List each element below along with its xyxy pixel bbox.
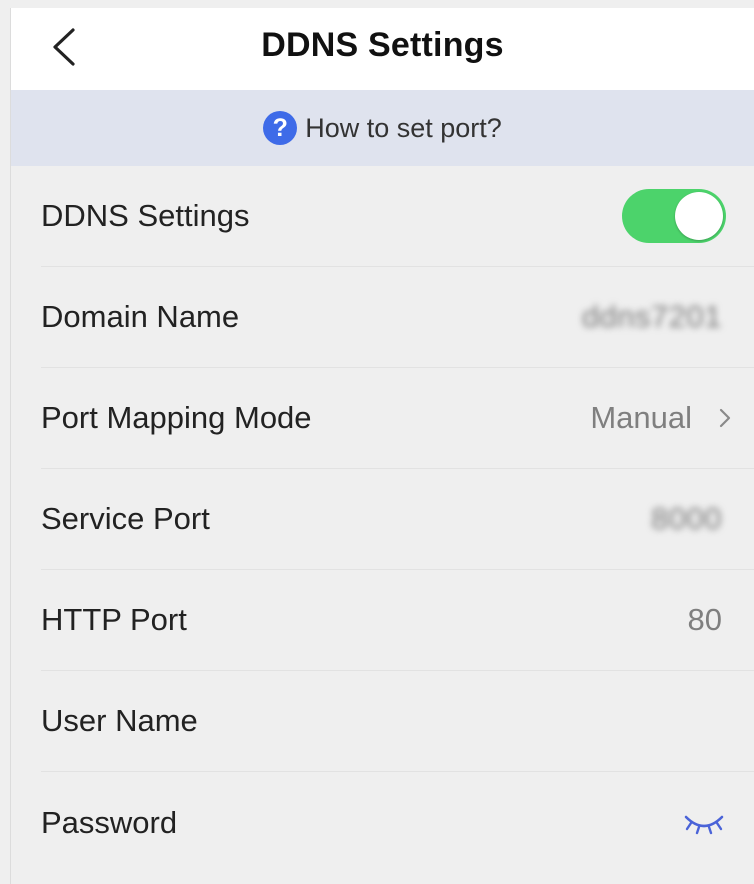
http-port-value: 80 [687,602,722,637]
setting-row-ddns: DDNS Settings [41,166,754,267]
setting-row-service-port[interactable]: Service Port 8000 [41,469,754,570]
ddns-toggle[interactable] [622,189,726,243]
setting-label: HTTP Port [41,602,187,637]
setting-row-http-port[interactable]: HTTP Port 80 [41,570,754,671]
setting-label: Service Port [41,501,210,536]
setting-label: User Name [41,703,198,738]
setting-label: Password [41,804,178,840]
chevron-right-icon [719,408,731,428]
setting-row-user-name[interactable]: User Name [41,671,754,772]
question-circle-icon: ? [263,111,298,145]
setting-label: Port Mapping Mode [41,400,312,435]
port-mapping-mode-value: Manual [590,400,692,435]
settings-list: DDNS Settings Domain Name ddns7201 Port … [11,166,754,873]
domain-name-value: ddns7201 [581,299,722,334]
screen: DDNS Settings ? How to set port? DDNS Se… [10,8,754,884]
top-bar: DDNS Settings [11,8,754,90]
setting-row-password[interactable]: Password [41,772,754,873]
toggle-knob [675,192,723,240]
setting-label: DDNS Settings [41,198,250,233]
help-link-text: How to set port? [305,112,502,143]
help-link[interactable]: ? How to set port? [11,90,754,166]
page-title: DDNS Settings [261,26,504,64]
service-port-value: 8000 [651,501,722,536]
setting-row-port-mapping-mode[interactable]: Port Mapping Mode Manual [41,368,754,469]
setting-label: Domain Name [41,299,240,334]
setting-row-domain-name[interactable]: Domain Name ddns7201 [41,267,754,368]
eye-closed-icon[interactable] [682,809,726,837]
